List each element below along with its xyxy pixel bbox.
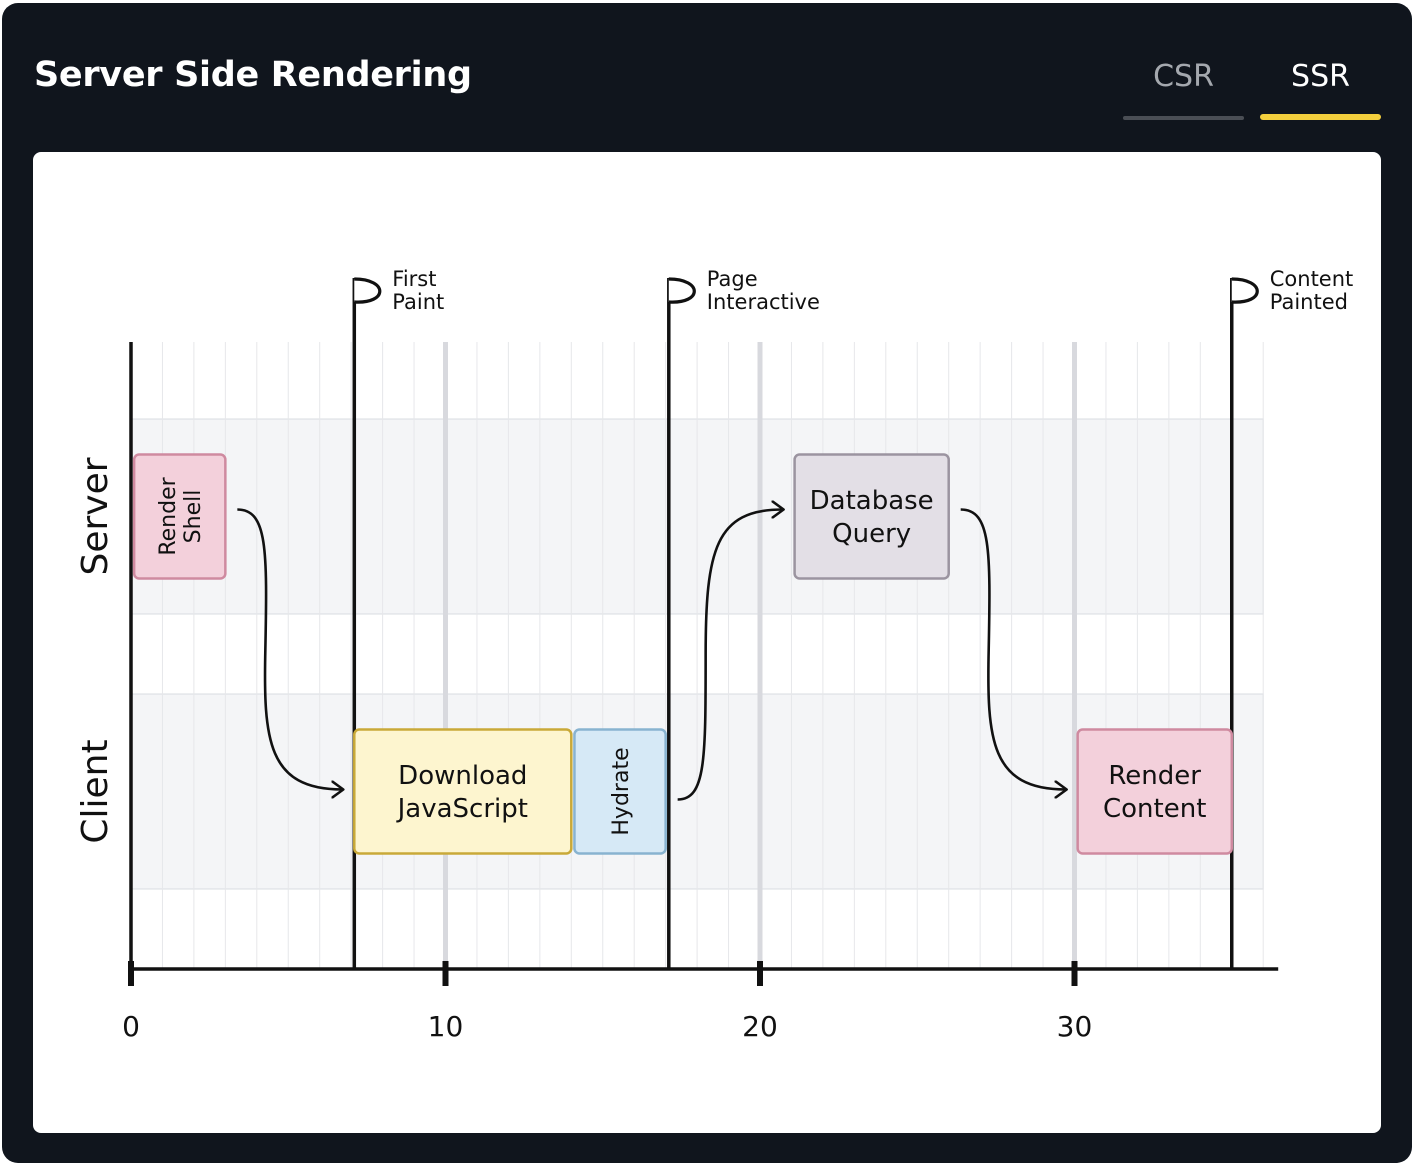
x-tick-label: 20 [742, 1010, 778, 1043]
task-hydrate: Hydrate [573, 728, 667, 855]
task-label: Database [810, 486, 934, 516]
ssr-card: Server Side Rendering CSR SSR 0 10 20 30 Ser… [2, 3, 1412, 1163]
diagram-panel: 0 10 20 30 Server Client First Paint Page Interac… [33, 152, 1381, 1133]
milestone-label: Page [707, 267, 758, 291]
x-tick-label: 10 [428, 1010, 464, 1043]
task-label: Shell [181, 490, 206, 544]
tab-csr[interactable]: CSR [1123, 59, 1244, 120]
milestone-label: Painted [1270, 290, 1348, 314]
task-label: Hydrate [609, 747, 634, 835]
page-title: Server Side Rendering [34, 55, 472, 95]
task-label: JavaScript [396, 794, 528, 824]
task-box [353, 728, 573, 855]
task-box [793, 453, 950, 580]
task-label: Query [832, 519, 911, 549]
milestone-label: First [392, 267, 436, 291]
x-tick-label: 0 [122, 1010, 140, 1043]
tab-ssr[interactable]: SSR [1260, 59, 1381, 120]
task-download-js: DownloadJavaScript [353, 728, 573, 855]
task-label: Download [398, 761, 527, 791]
task-render-shell: Render Shell [132, 453, 227, 580]
x-tick-label: 30 [1057, 1010, 1093, 1043]
task-box [1076, 728, 1234, 855]
tab-ssr-underline [1260, 114, 1381, 120]
milestone-label: Content [1270, 267, 1354, 291]
task-label: Render [1108, 761, 1201, 791]
milestone-flag [354, 277, 382, 304]
task-label: Content [1103, 794, 1206, 824]
lane-label-client: Client [75, 739, 116, 843]
task-label: Render [156, 476, 181, 555]
milestone-flag [1231, 277, 1259, 304]
lane-label-server: Server [75, 457, 116, 575]
milestone-label: Paint [392, 290, 444, 314]
milestone-label: Interactive [707, 290, 820, 314]
timeline-diagram: 0 10 20 30 Server Client FirstPaint PageInterac… [75, 267, 1354, 1043]
tab-csr-underline [1123, 116, 1244, 120]
milestone-flag [668, 277, 696, 304]
task-render-content: RenderContent [1076, 728, 1234, 855]
tab-ssr-label: SSR [1291, 59, 1350, 94]
task-database-query: DatabaseQuery [793, 453, 950, 580]
tab-csr-label: CSR [1153, 59, 1214, 94]
